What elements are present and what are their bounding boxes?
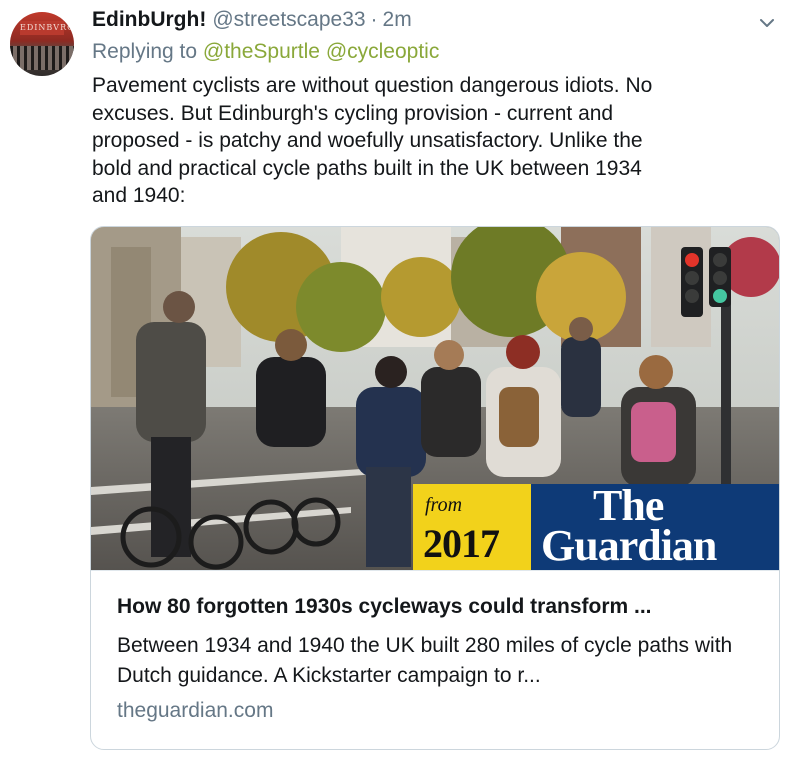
badge-from-label: from	[425, 494, 463, 516]
guardian-badge: from 2017 The Guardian	[413, 481, 779, 570]
avatar-sign: EDINBVRG	[20, 21, 73, 35]
card-body[interactable]: How 80 forgotten 1930s cycleways could t…	[91, 570, 779, 749]
card-description: Between 1934 and 1940 the UK built 280 m…	[117, 634, 733, 687]
separator-dot: ·	[370, 8, 378, 31]
replying-to-label: Replying to	[92, 40, 198, 63]
replying-to: Replying to @theSpurtle @cycleoptic	[92, 40, 439, 64]
tweet-text: Pavement cyclists are without question d…	[92, 74, 653, 207]
tweet-header: EdinbUrgh! @streetscape33 · 2m	[92, 8, 776, 36]
chevron-down-icon[interactable]	[758, 14, 776, 32]
mention-link[interactable]: @cycleoptic	[326, 40, 440, 63]
avatar[interactable]: EDINBVRG	[10, 12, 74, 76]
timestamp[interactable]: 2m	[383, 8, 412, 32]
badge-year-value: 2017	[423, 521, 500, 566]
badge-year: from 2017	[413, 484, 531, 570]
avatar-railings	[10, 46, 74, 70]
user-handle[interactable]: @streetscape33	[212, 8, 365, 32]
mention-link[interactable]: @theSpurtle	[203, 40, 320, 63]
card-image[interactable]: from 2017 The Guardian	[91, 227, 779, 570]
guardian-logo-guardian: Guardian	[541, 521, 717, 570]
card-domain: theguardian.com	[117, 699, 274, 722]
card-title: How 80 forgotten 1930s cycleways could t…	[117, 595, 652, 618]
link-card[interactable]: from 2017 The Guardian How 80 forgotten …	[90, 226, 780, 750]
guardian-logo: The Guardian	[531, 481, 779, 570]
display-name[interactable]: EdinbUrgh!	[92, 8, 206, 32]
